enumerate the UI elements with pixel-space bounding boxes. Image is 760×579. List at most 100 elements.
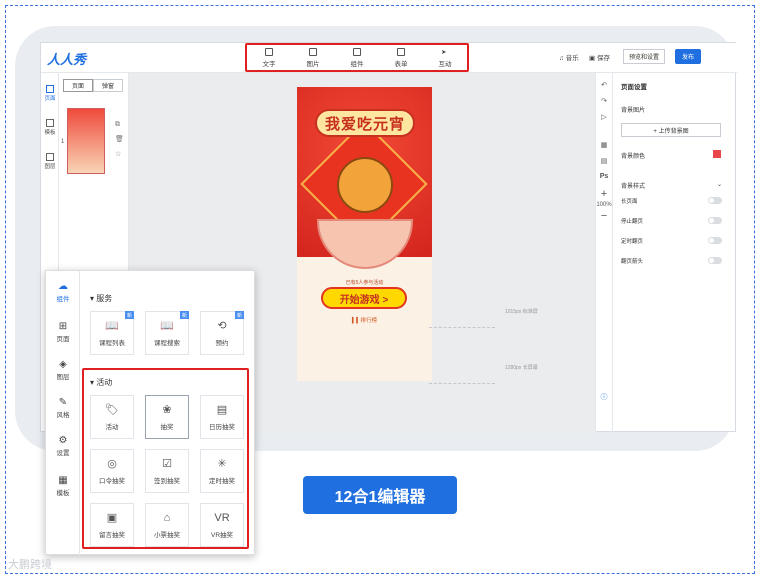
rail-page[interactable]: 页面 <box>41 85 59 102</box>
layers-icon[interactable]: ▤ <box>601 157 608 165</box>
opt-label: 翻页箭头 <box>621 259 644 265</box>
template-icon: ▦ <box>58 475 68 486</box>
copy-icon[interactable]: ⧉ <box>115 117 124 132</box>
card-label: 课程搜索 <box>154 340 180 347</box>
properties-panel: 页面设置 背景图片 + 上传背景图 背景颜色 背景样式 ⌄ 长页面 停止翻页 定… <box>613 73 737 433</box>
rail-label: 图层 <box>44 164 56 170</box>
tool-image[interactable]: 图片 <box>306 47 320 68</box>
card-label: 课程列表 <box>99 340 125 347</box>
grid-icon[interactable]: ▦ <box>601 141 608 149</box>
guide-line-2 <box>429 383 495 384</box>
tool-label: 文字 <box>262 60 276 68</box>
tool-form[interactable]: 表单 <box>395 47 408 68</box>
rail-label: 风格 <box>56 412 70 419</box>
bg-style-label: 背景样式 <box>621 184 646 190</box>
guide-line-1 <box>429 327 495 328</box>
opt-label: 停止翻页 <box>621 219 644 225</box>
interact-icon: ➤ <box>441 48 447 56</box>
opt-label: 定时翻页 <box>621 239 644 245</box>
tab-popups[interactable]: 弹窗 <box>93 79 123 92</box>
toggle-flip-arrow[interactable] <box>708 257 722 264</box>
tiger-mascot <box>337 157 393 213</box>
section-label: 服务 <box>96 294 113 303</box>
tab-pages[interactable]: 页面 <box>63 79 93 92</box>
toggle-long-page[interactable] <box>708 197 722 204</box>
save-button[interactable]: ▣ 保存 <box>589 52 610 62</box>
component-course-list[interactable]: 📖 课程列表 新 <box>90 311 134 355</box>
rail-label: 图层 <box>56 374 70 381</box>
bg-color-swatch[interactable] <box>713 150 721 158</box>
guide-label-2: 1280px 长屏幕 <box>505 365 538 371</box>
start-game-button[interactable]: 开始游戏 > <box>321 287 407 309</box>
clock-icon: ⟲ <box>217 320 227 332</box>
popup-rail: ☁ 组件 ⊞ 页面 ◈ 图层 ✎ 风格 ⚙ 设置 ▦ 模板 <box>46 271 80 556</box>
toggle-timed-flip[interactable] <box>708 237 722 244</box>
page-number: 1 <box>61 139 65 145</box>
popup-rail-style[interactable]: ✎ 风格 <box>46 397 80 419</box>
activity-highlight-box <box>82 368 249 549</box>
redo-icon[interactable]: ↷ <box>601 97 607 105</box>
tool-text[interactable]: 文字 <box>262 47 276 68</box>
page-tabs: 页面 弹窗 <box>63 79 123 92</box>
undo-icon[interactable]: ↶ <box>601 81 607 89</box>
top-bar: 人人秀 文字 图片 组件 表单 ➤ 互动 ♫ 音乐 ▣ 保存 预览和设置 发布 <box>41 43 737 73</box>
book-icon: 📖 <box>105 320 119 332</box>
preview-settings-button[interactable]: 预览和设置 <box>623 49 665 64</box>
tool-component[interactable]: 组件 <box>350 47 364 68</box>
play-icon[interactable]: ▷ <box>601 113 606 121</box>
toggle-stop-flip[interactable] <box>708 217 722 224</box>
opt-label: 长页面 <box>621 199 638 205</box>
brush-icon: ✎ <box>58 397 68 408</box>
zoom-in-icon[interactable]: + <box>601 188 607 200</box>
image-icon <box>309 47 317 56</box>
help-icon[interactable]: ⓘ <box>601 392 608 402</box>
book-icon: 📖 <box>160 320 174 332</box>
zoom-out-icon[interactable]: − <box>601 210 607 222</box>
new-badge: 新 <box>235 311 244 319</box>
tool-label: 组件 <box>350 60 364 68</box>
props-title: 页面设置 <box>621 84 647 91</box>
chevron-down-icon[interactable]: ⌄ <box>717 181 722 188</box>
ranking-link[interactable]: ▍▍排行榜 <box>297 316 432 324</box>
rail-label: 页面 <box>56 336 70 343</box>
page-thumbnail[interactable] <box>67 108 105 174</box>
rail-layer[interactable]: 图层 <box>41 153 59 170</box>
dumpling-bowl <box>317 219 413 269</box>
right-toolstrip: ↶ ↷ ▷ ▦ ▤ Ps + 100% − ⓘ <box>595 73 613 433</box>
rail-label: 设置 <box>56 450 70 457</box>
feature-banner: 12合1编辑器 <box>303 476 457 514</box>
component-icon <box>353 47 361 56</box>
delete-icon[interactable]: 🗑 <box>115 132 124 147</box>
music-label: 音乐 <box>565 55 579 62</box>
component-course-search[interactable]: 📖 课程搜索 新 <box>145 311 189 355</box>
bg-color-label: 背景颜色 <box>621 154 646 160</box>
popup-rail-settings[interactable]: ⚙ 设置 <box>46 435 80 457</box>
ps-button[interactable]: Ps <box>600 173 609 180</box>
joined-count: 已有5人参与活动 <box>345 280 384 286</box>
gear-icon: ⚙ <box>58 435 68 446</box>
star-icon[interactable]: ☆ <box>115 147 124 162</box>
popup-rail-component[interactable]: ☁ 组件 <box>46 281 80 303</box>
save-label: 保存 <box>596 55 610 62</box>
rail-label: 模板 <box>56 490 70 497</box>
phone-preview[interactable]: 我爱吃元宵 已有5人参与活动 开始游戏 > ▍▍排行榜 <box>297 87 432 381</box>
ranking-label: 排行榜 <box>360 318 377 324</box>
popup-rail-page[interactable]: ⊞ 页面 <box>46 321 80 343</box>
layer-icon <box>46 153 54 161</box>
guide-label-1: 1015px 标准屏 <box>505 309 538 315</box>
new-badge: 新 <box>180 311 189 319</box>
watermark: 大鹏跨境 <box>8 559 52 571</box>
rail-template[interactable]: 模板 <box>41 119 59 136</box>
component-icon: ☁ <box>58 281 68 292</box>
card-label: 预约 <box>215 340 229 347</box>
publish-button[interactable]: 发布 <box>675 49 701 64</box>
popup-rail-layer[interactable]: ◈ 图层 <box>46 359 80 381</box>
rail-label: 模板 <box>44 130 56 136</box>
popup-rail-template[interactable]: ▦ 模板 <box>46 475 80 497</box>
music-button[interactable]: ♫ 音乐 <box>559 52 579 62</box>
page-actions: ⧉ 🗑 ☆ <box>115 117 124 162</box>
component-booking[interactable]: ⟲ 预约 新 <box>200 311 244 355</box>
tool-interact[interactable]: ➤ 互动 <box>439 48 452 68</box>
upload-bg-button[interactable]: + 上传背景图 <box>621 123 721 137</box>
tool-label: 图片 <box>306 60 320 68</box>
